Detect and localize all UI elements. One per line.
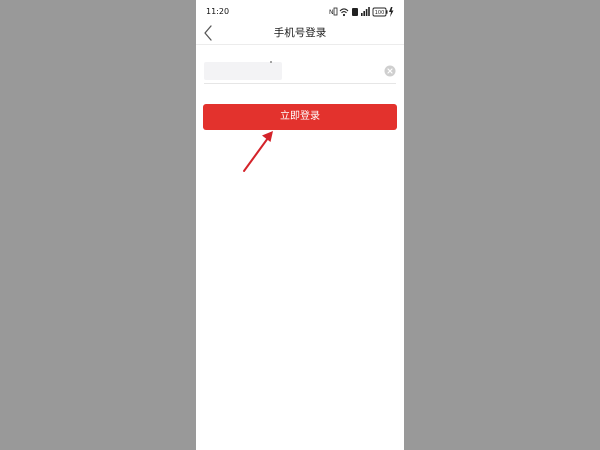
sim-icon: [352, 8, 358, 16]
charging-icon: [389, 7, 394, 17]
phone-screen: 11:20 N 100 手机号登录 立即登录: [196, 0, 404, 450]
wifi-icon: [339, 8, 349, 17]
svg-text:N: N: [329, 9, 334, 16]
battery-icon: 100: [372, 7, 388, 17]
phone-number-value[interactable]: [204, 62, 282, 80]
obscured-mark: [270, 61, 272, 63]
phone-number-input[interactable]: [204, 60, 396, 82]
signal-icon: [361, 7, 370, 16]
nav-divider: [196, 44, 404, 45]
nav-bar: 手机号登录: [196, 22, 404, 44]
status-bar: 11:20 N 100: [196, 0, 404, 22]
input-underline: [204, 83, 396, 84]
clear-circle-icon[interactable]: [384, 65, 396, 77]
status-time: 11:20: [206, 7, 230, 16]
login-button[interactable]: 立即登录: [203, 104, 397, 130]
page-title: 手机号登录: [273, 27, 327, 39]
nfc-icon: N: [329, 7, 338, 16]
status-icons: N 100: [329, 6, 395, 18]
battery-level: 100: [375, 10, 385, 16]
